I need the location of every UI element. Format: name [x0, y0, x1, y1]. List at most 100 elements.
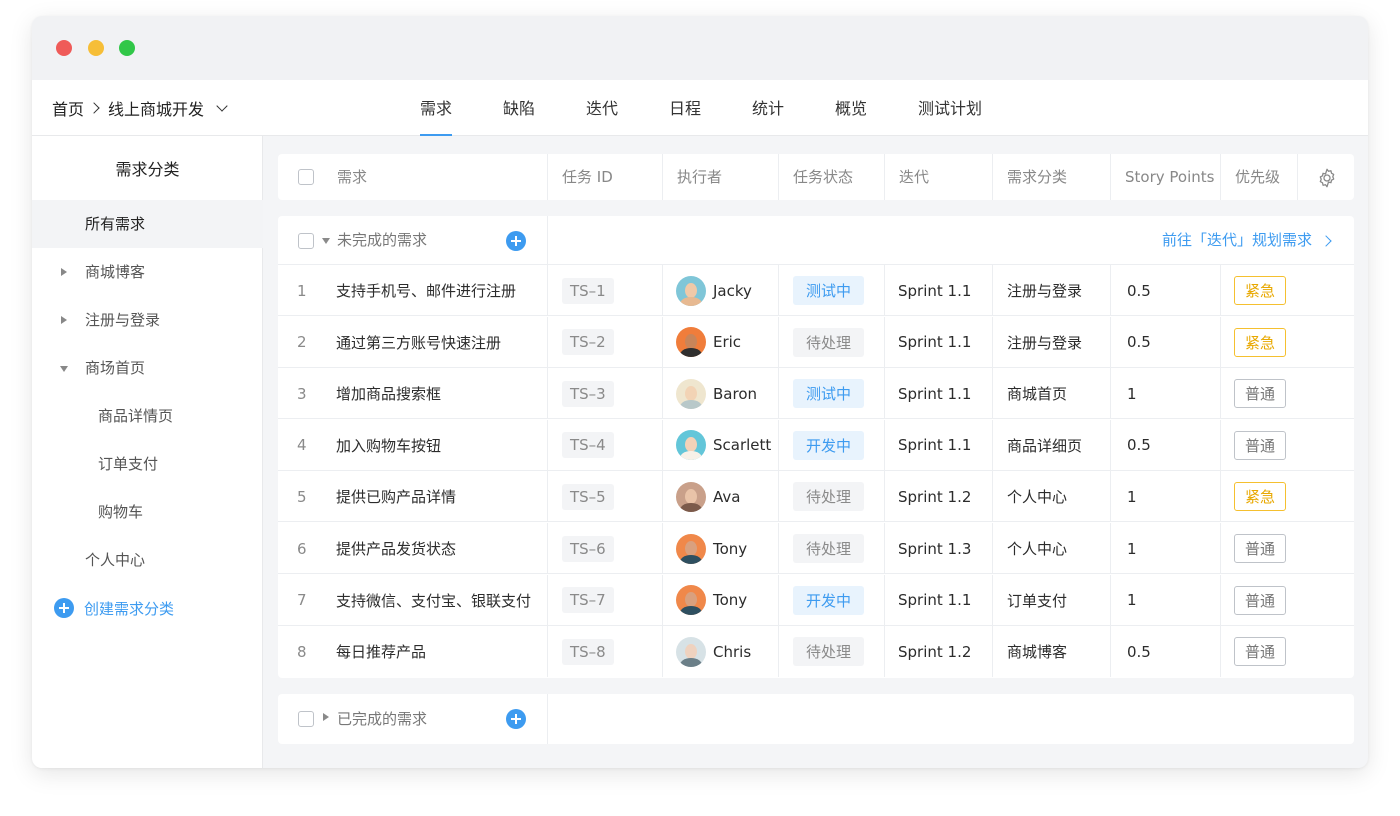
maximize-window-button[interactable] — [119, 40, 135, 56]
create-category-button[interactable]: 创建需求分类 — [54, 596, 174, 620]
plan-iteration-link[interactable]: 前往「迭代」规划需求 — [1162, 216, 1332, 265]
column-header-category[interactable]: 需求分类 — [993, 154, 1111, 200]
table-row[interactable]: 2 通过第三方账号快速注册 TS–2 Eric 待处理 Sprint 1.1 注册与登录 0.… — [278, 316, 1354, 368]
table-row[interactable]: 6 提供产品发货状态 TS–6 Tony 待处理 Sprint 1.3 个人中心 1 普通 — [278, 523, 1354, 574]
story-points-cell[interactable]: 1 — [1111, 368, 1221, 420]
iteration-cell[interactable]: Sprint 1.1 — [885, 265, 993, 316]
sidebar-item-order-payment[interactable]: 订单支付 — [32, 440, 263, 488]
story-points-cell[interactable]: 0.5 — [1111, 419, 1221, 471]
task-id-tag[interactable]: TS–4 — [562, 432, 614, 459]
category-cell[interactable]: 个人中心 — [993, 523, 1111, 574]
story-points-cell[interactable]: 1 — [1111, 574, 1221, 626]
story-points-cell[interactable]: 0.5 — [1111, 626, 1221, 678]
expand-icon[interactable] — [61, 316, 67, 324]
assignee-cell[interactable]: Tony — [663, 523, 779, 574]
story-points-cell[interactable]: 1 — [1111, 471, 1221, 523]
chevron-down-icon[interactable] — [216, 100, 228, 112]
select-all-checkbox[interactable] — [298, 169, 314, 185]
gear-icon[interactable] — [1316, 167, 1338, 189]
table-row[interactable]: 1 支持手机号、邮件进行注册 TS–1 Jacky 测试中 Sprint 1.1 注册与登录… — [278, 265, 1354, 316]
priority-cell[interactable]: 普通 — [1221, 575, 1354, 626]
table-row[interactable]: 5 提供已购产品详情 TS–5 Ava 待处理 Sprint 1.2 个人中心 1 紧急 — [278, 471, 1354, 523]
requirement-title[interactable]: 提供产品发货状态 — [336, 523, 548, 574]
assignee-cell[interactable]: Eric — [663, 316, 779, 368]
task-id-tag[interactable]: TS–2 — [562, 329, 614, 356]
requirement-title[interactable]: 支持微信、支付宝、银联支付 — [336, 574, 548, 626]
assignee-cell[interactable]: Tony — [663, 574, 779, 626]
group-checkbox[interactable] — [298, 711, 314, 727]
column-header-requirement[interactable]: 需求 — [278, 154, 548, 200]
minimize-window-button[interactable] — [88, 40, 104, 56]
priority-cell[interactable]: 普通 — [1221, 523, 1354, 574]
status-cell[interactable]: 开发中 — [779, 574, 885, 626]
group-checkbox[interactable] — [298, 233, 314, 249]
collapse-icon[interactable] — [322, 238, 330, 244]
task-id-tag[interactable]: TS–7 — [562, 587, 614, 614]
status-cell[interactable]: 待处理 — [779, 626, 885, 678]
sidebar-item-user-center[interactable]: 个人中心 — [32, 536, 263, 584]
category-cell[interactable]: 个人中心 — [993, 471, 1111, 523]
category-cell[interactable]: 订单支付 — [993, 574, 1111, 626]
sidebar-item-mall-blog[interactable]: 商城博客 — [32, 248, 263, 296]
requirement-title[interactable]: 支持手机号、邮件进行注册 — [336, 265, 548, 316]
priority-cell[interactable]: 普通 — [1221, 368, 1354, 419]
collapse-icon[interactable] — [60, 366, 68, 372]
tab-iterations[interactable]: 迭代 — [586, 80, 618, 136]
task-id-tag[interactable]: TS–3 — [562, 380, 614, 407]
assignee-cell[interactable]: Baron — [663, 368, 779, 420]
priority-cell[interactable]: 紧急 — [1221, 471, 1354, 522]
assignee-cell[interactable]: Chris — [663, 626, 779, 678]
status-cell[interactable]: 测试中 — [779, 368, 885, 420]
sidebar-item-product-detail[interactable]: 商品详情页 — [32, 392, 263, 440]
breadcrumb-home[interactable]: 首页 — [52, 96, 84, 120]
requirement-title[interactable]: 提供已购产品详情 — [336, 471, 548, 523]
status-cell[interactable]: 待处理 — [779, 316, 885, 368]
category-cell[interactable]: 注册与登录 — [993, 316, 1111, 368]
tab-test-plan[interactable]: 测试计划 — [918, 80, 982, 136]
task-id-tag[interactable]: TS–6 — [562, 535, 614, 562]
column-header-task-id[interactable]: 任务 ID — [548, 154, 663, 200]
column-header-iteration[interactable]: 迭代 — [885, 154, 993, 200]
task-id-tag[interactable]: TS–8 — [562, 638, 614, 665]
iteration-cell[interactable]: Sprint 1.1 — [885, 574, 993, 626]
assignee-cell[interactable]: Ava — [663, 471, 779, 523]
requirement-title[interactable]: 每日推荐产品 — [336, 626, 548, 678]
tab-defects[interactable]: 缺陷 — [503, 80, 535, 136]
iteration-cell[interactable]: Sprint 1.2 — [885, 626, 993, 678]
status-cell[interactable]: 待处理 — [779, 471, 885, 523]
assignee-cell[interactable]: Jacky — [663, 265, 779, 316]
status-cell[interactable]: 待处理 — [779, 523, 885, 574]
column-header-story-points[interactable]: Story Points — [1111, 154, 1221, 200]
story-points-cell[interactable]: 1 — [1111, 523, 1221, 574]
column-header-status[interactable]: 任务状态 — [779, 154, 885, 200]
sidebar-item-all[interactable]: 所有需求 — [32, 200, 263, 248]
iteration-cell[interactable]: Sprint 1.2 — [885, 471, 993, 523]
expand-icon[interactable] — [323, 713, 329, 721]
tab-schedule[interactable]: 日程 — [669, 80, 701, 136]
close-window-button[interactable] — [56, 40, 72, 56]
story-points-cell[interactable]: 0.5 — [1111, 316, 1221, 368]
iteration-cell[interactable]: Sprint 1.1 — [885, 368, 993, 420]
story-points-cell[interactable]: 0.5 — [1111, 265, 1221, 316]
expand-icon[interactable] — [61, 268, 67, 276]
table-row[interactable]: 8 每日推荐产品 TS–8 Chris 待处理 Sprint 1.2 商城博客 0.5 普通 — [278, 626, 1354, 678]
assignee-cell[interactable]: Scarlett — [663, 419, 779, 471]
category-cell[interactable]: 商城首页 — [993, 368, 1111, 420]
column-header-priority[interactable]: 优先级 — [1221, 154, 1298, 200]
tab-requirements[interactable]: 需求 — [420, 80, 453, 136]
category-cell[interactable]: 商城博客 — [993, 626, 1111, 678]
breadcrumb-project[interactable]: 线上商城开发 — [108, 96, 204, 120]
requirement-title[interactable]: 加入购物车按钮 — [336, 419, 548, 471]
table-row[interactable]: 4 加入购物车按钮 TS–4 Scarlett 开发中 Sprint 1.1 商品详细页 0.… — [278, 419, 1354, 471]
status-cell[interactable]: 开发中 — [779, 419, 885, 471]
priority-cell[interactable]: 紧急 — [1221, 265, 1354, 316]
table-row[interactable]: 3 增加商品搜索框 TS–3 Baron 测试中 Sprint 1.1 商城首页 1 普通 — [278, 368, 1354, 420]
iteration-cell[interactable]: Sprint 1.3 — [885, 523, 993, 574]
category-cell[interactable]: 商品详细页 — [993, 419, 1111, 471]
sidebar-item-cart[interactable]: 购物车 — [32, 488, 263, 536]
column-header-assignee[interactable]: 执行者 — [663, 154, 779, 200]
priority-cell[interactable]: 普通 — [1221, 626, 1354, 677]
sidebar-item-homepage[interactable]: 商场首页 — [32, 344, 263, 392]
priority-cell[interactable]: 紧急 — [1221, 317, 1354, 368]
tab-overview[interactable]: 概览 — [835, 80, 867, 136]
